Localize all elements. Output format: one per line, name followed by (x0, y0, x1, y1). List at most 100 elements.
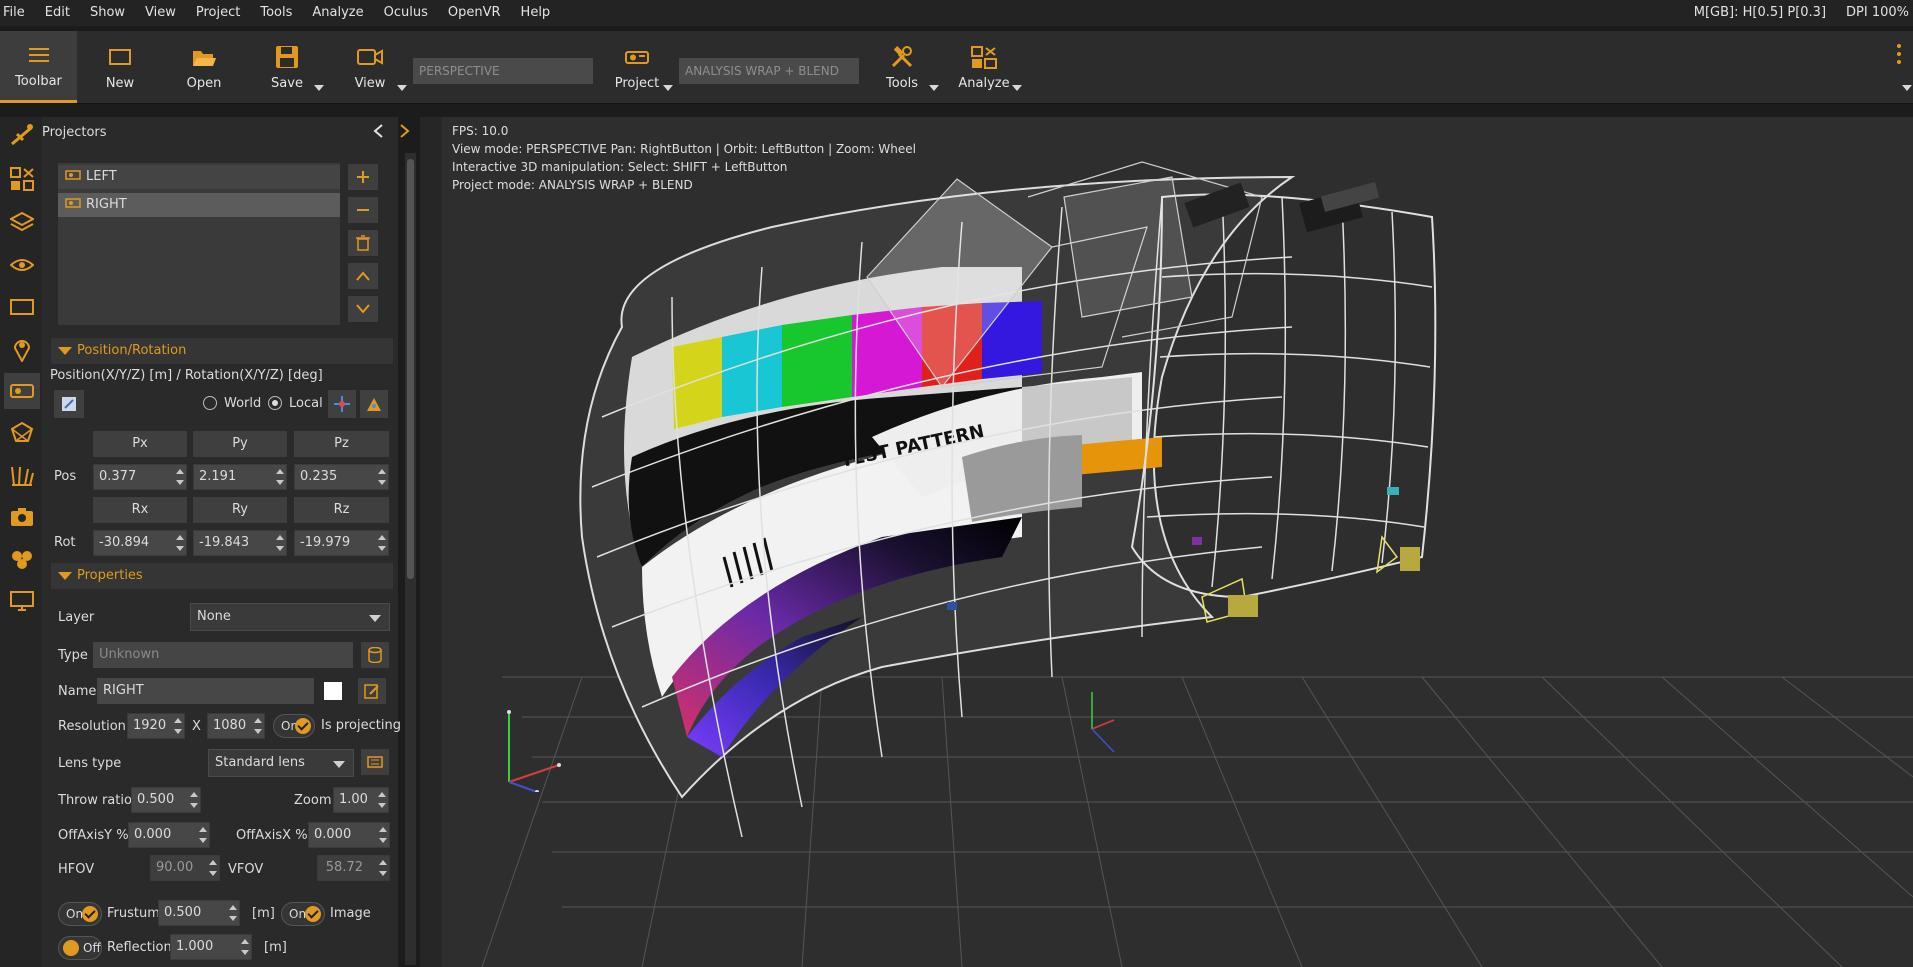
light-rays-icon[interactable] (4, 457, 40, 493)
menu-project[interactable]: Project (186, 0, 250, 26)
lens-settings-button[interactable] (361, 749, 389, 775)
delete-projector-button[interactable] (348, 230, 378, 256)
pos-x-input[interactable]: 0.377 (93, 464, 187, 490)
spinner-arrows-icon[interactable] (229, 903, 237, 923)
calibrate-icon[interactable] (4, 161, 40, 197)
analyze-dropdown-caret[interactable] (1012, 85, 1022, 91)
menu-analyze[interactable]: Analyze (302, 0, 373, 26)
rot-z-input[interactable]: -19.979 (294, 530, 389, 556)
menu-file[interactable]: File (0, 0, 35, 26)
save-dropdown-caret[interactable] (314, 85, 324, 91)
photo-camera-icon[interactable] (4, 499, 40, 535)
location-pin-icon[interactable] (4, 331, 40, 367)
position-rotation-section[interactable]: Position/Rotation (51, 338, 393, 364)
spinner-arrows-icon[interactable] (241, 937, 249, 957)
add-projector-button[interactable] (348, 164, 378, 190)
menu-show[interactable]: Show (80, 0, 135, 26)
view-mode-field[interactable]: PERSPECTIVE (413, 58, 593, 84)
spinner-arrows-icon[interactable] (199, 825, 207, 845)
tools-button[interactable]: Tools (872, 31, 932, 103)
menu-oculus[interactable]: Oculus (374, 0, 438, 26)
reflection-input[interactable]: 1.000 (170, 934, 252, 960)
properties-section[interactable]: Properties (51, 563, 393, 589)
check-icon (82, 906, 98, 922)
rot-x-input[interactable]: -30.894 (93, 530, 187, 556)
menu-view[interactable]: View (135, 0, 186, 26)
offaxis-x-input[interactable]: 0.000 (308, 822, 390, 848)
projector-item-icon (65, 169, 81, 185)
chevron-left-icon[interactable] (372, 123, 384, 143)
transform-gizmo-button[interactable] (328, 390, 356, 418)
spinner-arrows-icon[interactable] (276, 467, 284, 487)
menu-edit[interactable]: Edit (35, 0, 80, 26)
lens-type-select[interactable]: Standard lens (208, 749, 354, 777)
res-width-input[interactable]: 1920 (127, 713, 185, 739)
3d-viewport[interactable]: TEST PATTERN FPS: 10.0 View mode: PERSPE… (442, 117, 1913, 967)
spinner-arrows-icon[interactable] (176, 533, 184, 553)
remove-projector-button[interactable] (348, 197, 378, 223)
name-input[interactable]: RIGHT (97, 678, 314, 704)
menu-tools[interactable]: Tools (250, 0, 302, 26)
move-up-button[interactable] (348, 263, 378, 289)
more-dropdown-caret[interactable] (1902, 85, 1912, 91)
monitor-icon[interactable] (4, 583, 40, 619)
new-button[interactable]: New (90, 31, 150, 103)
view-dropdown-caret[interactable] (397, 85, 407, 91)
database-button[interactable] (361, 642, 389, 668)
reflection-toggle[interactable]: Off (58, 936, 102, 960)
color-swatch[interactable] (324, 682, 342, 700)
panel-splitter[interactable] (420, 117, 442, 967)
rename-button[interactable] (358, 678, 386, 704)
world-radio[interactable] (203, 396, 217, 410)
offaxis-y-input[interactable]: 0.000 (128, 822, 210, 848)
project-mode-field[interactable]: ANALYSIS WRAP + BLEND (679, 58, 859, 84)
menu-openvr[interactable]: OpenVR (438, 0, 511, 26)
throw-ratio-input[interactable]: 0.500 (131, 787, 201, 813)
open-button[interactable]: Open (173, 31, 235, 103)
projecting-toggle[interactable]: On (273, 714, 315, 738)
projector-tab-icon[interactable] (4, 373, 40, 409)
spinner-arrows-icon[interactable] (176, 467, 184, 487)
analyze-button[interactable]: Analyze (954, 31, 1014, 103)
spinner-arrows-icon[interactable] (276, 533, 284, 553)
spinner-arrows-icon[interactable] (174, 716, 182, 736)
project-button[interactable]: Project (607, 31, 667, 103)
spinner-arrows-icon[interactable] (378, 467, 386, 487)
pick-position-button[interactable] (54, 390, 84, 418)
panel-scrollbar[interactable] (405, 153, 416, 965)
menu-help[interactable]: Help (511, 0, 561, 26)
objects-icon[interactable] (4, 541, 40, 577)
chevron-right-icon[interactable] (399, 123, 411, 143)
local-radio[interactable] (268, 396, 282, 410)
tools-dropdown-caret[interactable] (929, 85, 939, 91)
align-button[interactable] (360, 390, 388, 418)
res-height-input[interactable]: 1080 (207, 713, 265, 739)
list-item[interactable]: LEFT (58, 165, 340, 189)
spinner-arrows-icon[interactable] (378, 790, 386, 810)
frustum-toggle[interactable]: On (58, 902, 102, 926)
spinner-arrows-icon[interactable] (378, 533, 386, 553)
frustum-input[interactable]: 0.500 (158, 900, 240, 926)
image-toggle[interactable]: On (281, 902, 325, 926)
list-item-selected[interactable]: RIGHT (58, 193, 340, 217)
scrollbar-thumb[interactable] (407, 159, 414, 579)
pos-z-input[interactable]: 0.235 (294, 464, 389, 490)
layers-icon[interactable] (4, 205, 40, 241)
zoom-input[interactable]: 1.00 (333, 787, 389, 813)
spinner-arrows-icon[interactable] (190, 790, 198, 810)
spinner-arrows-icon[interactable] (379, 825, 387, 845)
more-vertical-icon[interactable] (1897, 43, 1901, 69)
toolbar-toggle-button[interactable]: Toolbar (0, 31, 77, 103)
projectors-tab-icon[interactable] (4, 117, 40, 153)
view-button[interactable]: View (340, 31, 400, 103)
layer-select[interactable]: None (190, 603, 390, 631)
eye-icon[interactable] (4, 247, 40, 283)
project-dropdown-caret[interactable] (663, 85, 673, 91)
rot-y-input[interactable]: -19.843 (193, 530, 287, 556)
pos-y-input[interactable]: 2.191 (193, 464, 287, 490)
save-button[interactable]: Save (257, 31, 317, 103)
screen-icon[interactable] (4, 289, 40, 325)
move-down-button[interactable] (348, 296, 378, 322)
spinner-arrows-icon[interactable] (254, 716, 262, 736)
mesh-icon[interactable] (4, 415, 40, 451)
